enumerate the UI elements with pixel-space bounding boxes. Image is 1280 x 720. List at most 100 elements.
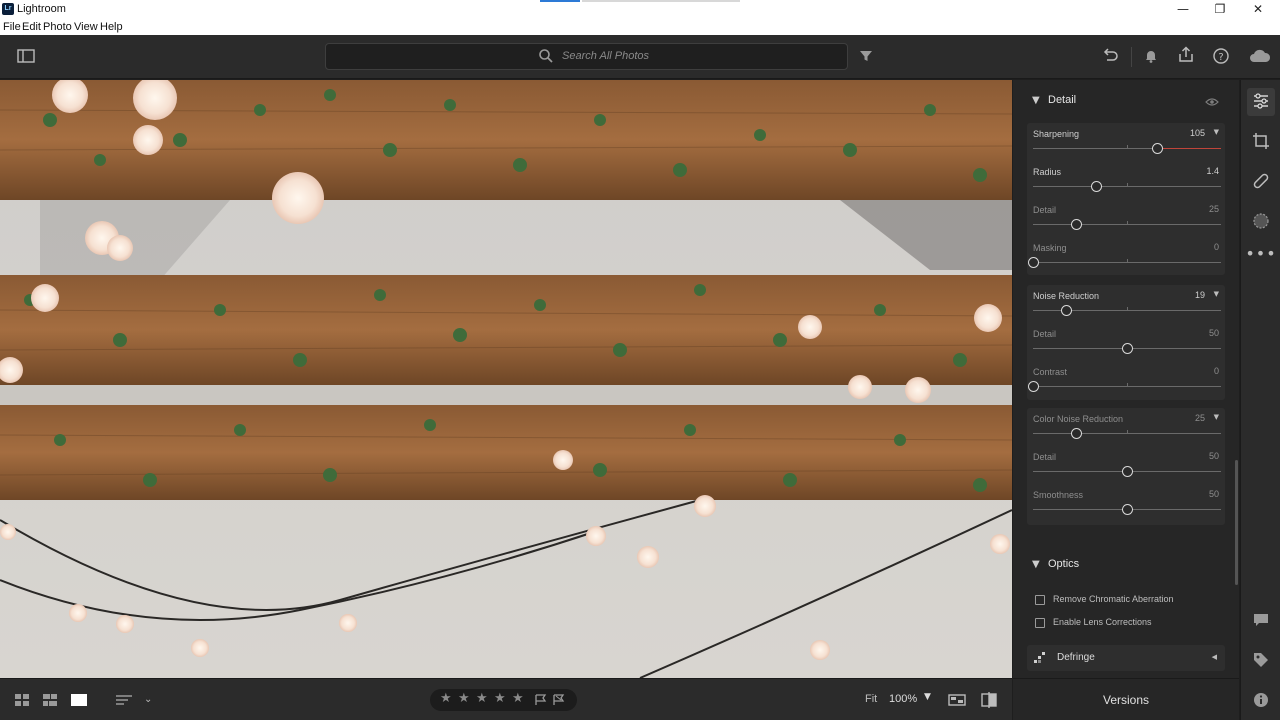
- sharpening-masking-track[interactable]: [1033, 259, 1221, 263]
- sort-icon[interactable]: [115, 692, 133, 708]
- versions-button[interactable]: Versions: [1013, 693, 1239, 707]
- sharpening-radius-value[interactable]: 1.4: [1206, 166, 1219, 176]
- menu-view[interactable]: View: [74, 20, 98, 35]
- sharpening-group: Sharpening 105 ▼ Radius 1.4 Detail 25 Masking 0: [1027, 123, 1225, 275]
- panel-scrollbar[interactable]: [1235, 460, 1238, 585]
- checkbox-box[interactable]: [1035, 595, 1045, 605]
- defringe-section[interactable]: Defringe ◀: [1027, 645, 1225, 671]
- sharpening-detail-knob[interactable]: [1070, 219, 1082, 230]
- crop-icon[interactable]: [1252, 132, 1270, 150]
- noise-contrast-value[interactable]: 0: [1214, 366, 1219, 376]
- panel-toggle-icon[interactable]: [17, 48, 35, 64]
- sharpening-detail-label: Detail: [1033, 205, 1057, 215]
- keyword-tag-icon[interactable]: [1253, 652, 1269, 668]
- checkbox-label: Remove Chromatic Aberration: [1053, 594, 1174, 604]
- sharpening-detail-track[interactable]: [1033, 221, 1221, 225]
- photo-grid-view-icon[interactable]: [42, 692, 58, 708]
- sharpening-masking-value[interactable]: 0: [1214, 242, 1219, 252]
- dropdown-arrow-icon[interactable]: ▼: [1214, 413, 1219, 421]
- photo-canvas[interactable]: [0, 80, 1012, 678]
- noise-contrast-label: Contrast: [1033, 367, 1068, 377]
- square-grid-view-icon[interactable]: [14, 692, 30, 708]
- sharpening-detail-value[interactable]: 25: [1209, 204, 1219, 214]
- checkbox-label: Enable Lens Corrections: [1053, 617, 1152, 627]
- show-original-icon[interactable]: [948, 692, 966, 708]
- zoom-level[interactable]: 100%: [889, 693, 917, 705]
- color-noise-detail-slider[interactable]: Detail 50: [1027, 446, 1225, 484]
- star-rating-5[interactable]: ★: [512, 691, 524, 706]
- star-rating-3[interactable]: ★: [476, 691, 488, 706]
- dropdown-arrow-icon[interactable]: ▼: [1214, 128, 1219, 136]
- sharpening-radius-track[interactable]: [1033, 183, 1221, 187]
- center-tick: [1127, 307, 1128, 310]
- menu-photo[interactable]: Photo: [43, 20, 72, 35]
- sort-dropdown-chevron-icon[interactable]: ⌄: [144, 692, 152, 708]
- help-icon[interactable]: ?: [1212, 47, 1230, 65]
- zoom-fit-button[interactable]: Fit: [865, 693, 877, 705]
- color-noise-reduction-slider[interactable]: Color Noise Reduction 25 ▼: [1027, 408, 1225, 446]
- share-icon[interactable]: [1177, 46, 1195, 64]
- detail-section-header[interactable]: ▼ Detail: [1013, 83, 1239, 119]
- masking-icon[interactable]: [1252, 212, 1270, 230]
- before-after-compare-icon[interactable]: [980, 691, 998, 709]
- noise-reduction-knob[interactable]: [1061, 305, 1073, 316]
- star-rating-4[interactable]: ★: [494, 691, 506, 706]
- menu-edit[interactable]: Edit: [22, 20, 41, 35]
- rating-flag-bar: ★ ★ ★ ★ ★: [430, 689, 577, 711]
- sharpening-radius-slider[interactable]: Radius 1.4: [1027, 161, 1225, 199]
- star-rating-1[interactable]: ★: [440, 691, 452, 706]
- minimize-button[interactable]: —: [1173, 2, 1193, 16]
- star-rating-2[interactable]: ★: [458, 691, 470, 706]
- cloud-sync-icon[interactable]: [1248, 48, 1272, 64]
- noise-contrast-track[interactable]: [1033, 383, 1221, 387]
- sharpening-amount-slider[interactable]: Sharpening 105 ▼: [1027, 123, 1225, 161]
- noise-detail-value[interactable]: 50: [1209, 328, 1219, 338]
- notifications-bell-icon[interactable]: [1143, 48, 1159, 64]
- sharpening-amount-track[interactable]: [1033, 145, 1221, 149]
- menu-file[interactable]: File: [3, 20, 21, 35]
- checkbox-box[interactable]: [1035, 618, 1045, 628]
- color-noise-detail-value[interactable]: 50: [1209, 451, 1219, 461]
- detail-view-icon[interactable]: [70, 692, 88, 708]
- color-noise-reduction-track[interactable]: [1033, 430, 1221, 434]
- color-noise-smoothness-slider[interactable]: Smoothness 50: [1027, 484, 1225, 522]
- sync-progress-track: [582, 0, 740, 2]
- noise-detail-knob[interactable]: [1121, 343, 1133, 354]
- undo-icon[interactable]: [1101, 48, 1119, 64]
- search-input[interactable]: Search All Photos: [562, 50, 649, 62]
- sharpening-amount-value[interactable]: 105: [1190, 128, 1205, 138]
- optics-section-header[interactable]: ▼ Optics: [1013, 547, 1239, 583]
- versions-bar[interactable]: Versions: [1013, 678, 1239, 720]
- noise-reduction-slider[interactable]: Noise Reduction 19 ▼: [1027, 285, 1225, 323]
- filter-icon[interactable]: [858, 48, 874, 64]
- more-tools-icon[interactable]: •••: [1241, 244, 1280, 263]
- color-noise-detail-knob[interactable]: [1121, 466, 1133, 477]
- noise-contrast-knob[interactable]: [1027, 381, 1039, 392]
- flag-pick-icon[interactable]: [534, 694, 548, 706]
- comment-icon[interactable]: [1253, 612, 1269, 628]
- color-noise-reduction-knob[interactable]: [1070, 428, 1082, 439]
- dropdown-arrow-icon[interactable]: ▼: [1214, 290, 1219, 298]
- search-box[interactable]: Search All Photos: [325, 43, 848, 70]
- sharpening-masking-slider[interactable]: Masking 0: [1027, 237, 1225, 275]
- noise-detail-slider[interactable]: Detail 50: [1027, 323, 1225, 361]
- color-noise-smoothness-value[interactable]: 50: [1209, 489, 1219, 499]
- flag-reject-icon[interactable]: [552, 694, 566, 706]
- noise-reduction-value[interactable]: 19: [1195, 290, 1205, 300]
- color-noise-reduction-value[interactable]: 25: [1195, 413, 1205, 423]
- bottom-toolbar: ⌄ ★ ★ ★ ★ ★ Fit 100% ▼: [0, 678, 1012, 720]
- edit-sliders-icon[interactable]: [1252, 92, 1270, 110]
- sharpening-masking-knob[interactable]: [1027, 257, 1039, 268]
- sharpening-radius-knob[interactable]: [1091, 181, 1103, 192]
- menu-help[interactable]: Help: [100, 20, 123, 35]
- color-noise-smoothness-knob[interactable]: [1121, 504, 1133, 515]
- close-button[interactable]: ✕: [1248, 2, 1268, 16]
- healing-brush-icon[interactable]: [1252, 172, 1270, 190]
- sharpening-amount-knob[interactable]: [1151, 143, 1163, 154]
- zoom-dropdown-chevron-icon[interactable]: ▼: [924, 692, 931, 702]
- maximize-button[interactable]: ❐: [1210, 2, 1230, 16]
- sharpening-detail-slider[interactable]: Detail 25: [1027, 199, 1225, 237]
- eye-icon[interactable]: [1205, 97, 1219, 107]
- info-icon[interactable]: [1253, 692, 1269, 708]
- noise-contrast-slider[interactable]: Contrast 0: [1027, 361, 1225, 399]
